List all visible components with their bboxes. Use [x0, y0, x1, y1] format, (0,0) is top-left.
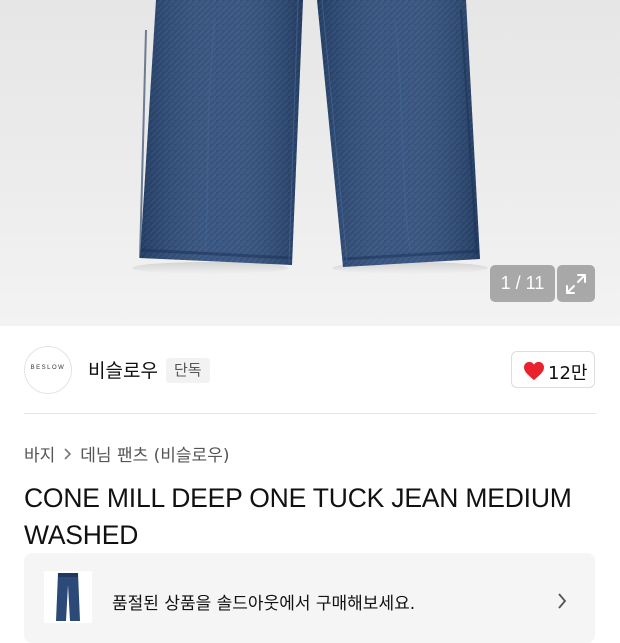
chevron-right-icon — [558, 593, 567, 609]
like-button[interactable]: 12만 — [511, 351, 595, 388]
image-counter: 1 / 11 — [490, 265, 555, 302]
product-title: CONE MILL DEEP ONE TUCK JEAN MEDIUM WASH… — [24, 483, 572, 550]
brand-logo[interactable]: BESLOW — [24, 346, 72, 394]
section-divider — [24, 413, 596, 414]
soldout-banner[interactable]: 품절된 상품을 솔드아웃에서 구매해보세요. — [24, 553, 595, 643]
breadcrumb-item-subcategory[interactable]: 데님 팬츠 (비슬로우) — [80, 441, 229, 466]
brand-name-link[interactable]: 비슬로우 — [88, 356, 158, 383]
expand-image-button[interactable] — [557, 265, 595, 302]
expand-icon — [566, 274, 586, 294]
brand-logo-text: BESLOW — [30, 365, 66, 371]
like-count: 12만 — [548, 363, 588, 384]
breadcrumb-item-category[interactable]: 바지 — [24, 441, 55, 466]
product-thumbnail — [44, 571, 92, 623]
exclusive-badge: 단독 — [166, 358, 210, 383]
soldout-message: 품절된 상품을 솔드아웃에서 구매해보세요. — [112, 594, 416, 614]
heart-icon — [524, 361, 544, 381]
breadcrumb: 바지 데님 팬츠 (비슬로우) — [24, 441, 229, 466]
product-image-gallery[interactable]: 1 / 11 — [0, 0, 620, 326]
chevron-right-icon — [63, 447, 72, 461]
